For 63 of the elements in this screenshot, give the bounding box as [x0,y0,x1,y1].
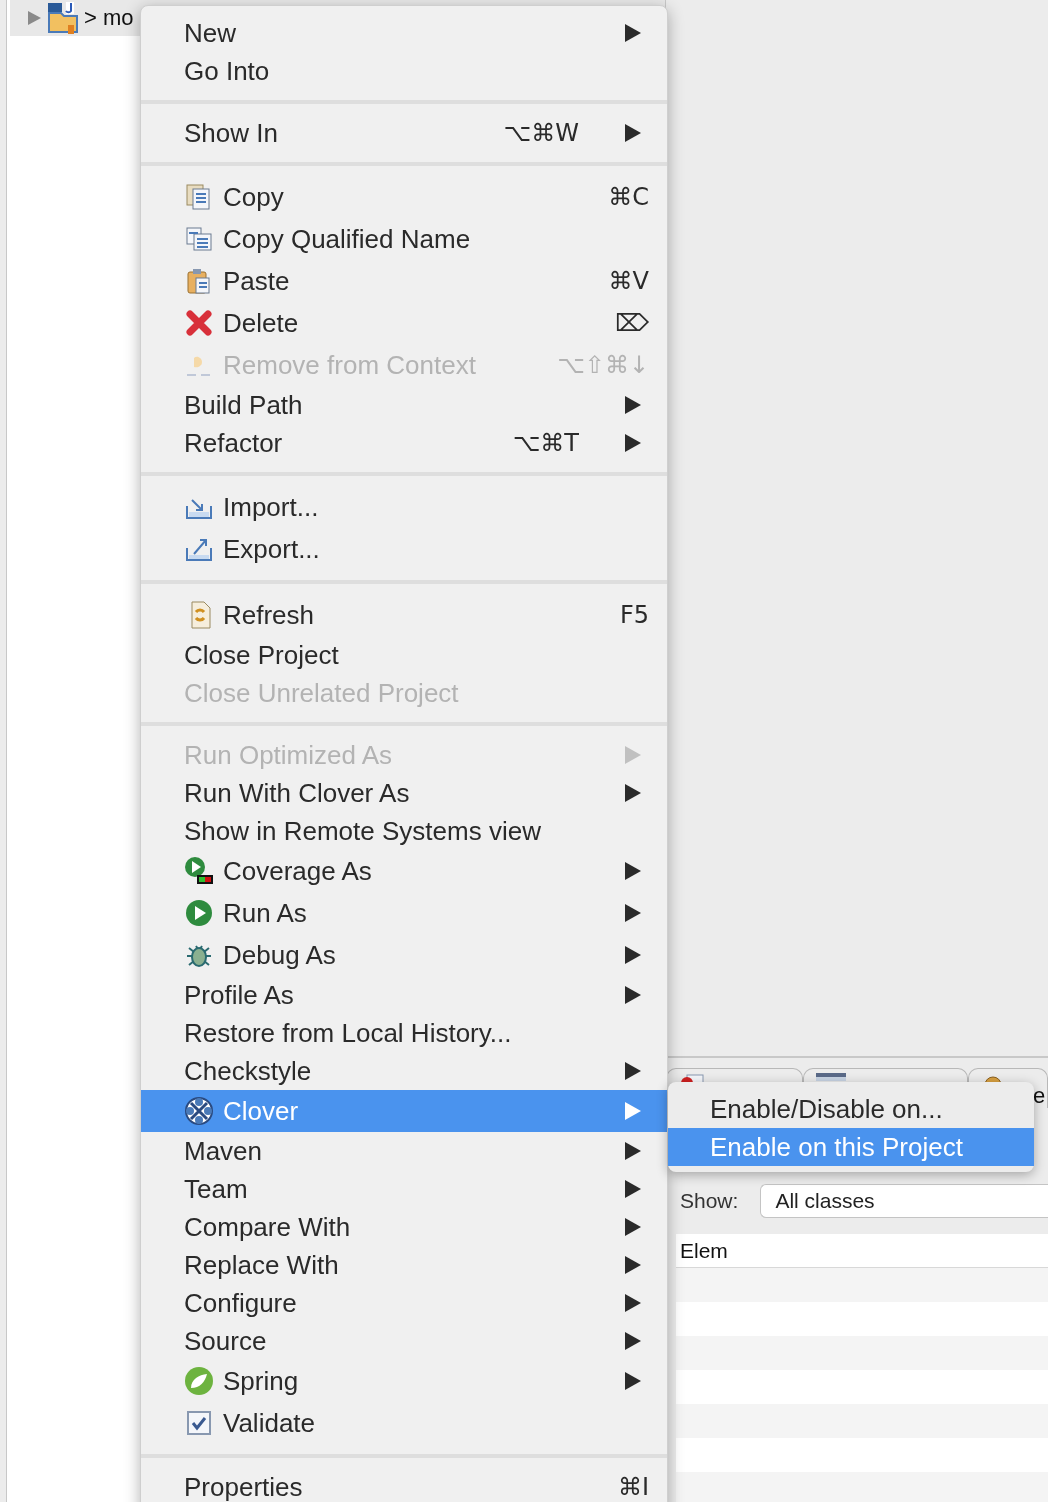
submenu-arrow-icon [625,434,641,452]
menu-item[interactable]: Run As [141,892,667,934]
window-icon [816,1073,846,1081]
submenu-arrow-icon [625,1102,641,1120]
menu-item[interactable]: Maven [141,1132,667,1170]
menu-item[interactable]: Replace With [141,1246,667,1284]
submenu-arrow-icon [625,946,641,964]
submenu-arrow-icon [625,1180,641,1198]
menu-item[interactable]: Import... [141,486,667,528]
show-label: Show: [680,1189,739,1213]
collapsed-icon[interactable] [26,9,42,27]
menu-item[interactable]: Delete ⌦ [141,302,667,344]
checkbox-icon [184,1408,214,1438]
copy-icon [184,224,214,254]
menu-item[interactable]: Run With Clover As [141,774,667,812]
submenu-arrow-icon [625,124,641,142]
menu-item[interactable]: Spring [141,1360,667,1402]
menu-item[interactable]: Show In ⌥⌘W [141,114,667,152]
project-name[interactable]: > mo [84,5,134,31]
menu-item[interactable]: Properties ⌘I [141,1468,667,1502]
coverage-icon [184,856,214,886]
menu-item[interactable]: Copy ⌘C [141,176,667,218]
menu-item[interactable]: Go Into [141,52,667,90]
submenu-arrow-icon [625,1294,641,1312]
delete-icon [184,308,214,338]
leaf-icon [184,1366,214,1396]
menu-item[interactable]: Checkstyle [141,1052,667,1090]
submenu-arrow-icon [625,986,641,1004]
menu-item[interactable]: Debug As [141,934,667,976]
project-folder-icon [46,1,80,35]
submenu-arrow-icon [625,746,641,764]
menu-item[interactable]: Refresh F5 [141,594,667,636]
submenu-arrow-icon [625,1372,641,1390]
submenu-arrow-icon [625,396,641,414]
filter-dropdown[interactable]: All classes [760,1184,1048,1218]
menu-item[interactable]: Enable/Disable on... [668,1090,1034,1128]
menu-item[interactable]: Export... [141,528,667,570]
run-icon [184,898,214,928]
menu-item[interactable]: Restore from Local History... [141,1014,667,1052]
menu-item[interactable]: Profile As [141,976,667,1014]
submenu-arrow-icon [625,862,641,880]
menu-item[interactable]: Paste ⌘V [141,260,667,302]
submenu-arrow-icon [625,784,641,802]
submenu-arrow-icon [625,1062,641,1080]
menu-item[interactable]: Team [141,1170,667,1208]
menu-item[interactable]: Refactor ⌥⌘T [141,424,667,462]
menu-item[interactable]: Coverage As [141,850,667,892]
menu-item[interactable]: Build Path [141,386,667,424]
menu-item[interactable]: New [141,14,667,52]
menu-item[interactable]: Source [141,1322,667,1360]
submenu-arrow-icon [625,24,641,42]
menu-item[interactable]: Copy Qualified Name [141,218,667,260]
menu-item[interactable]: Close Project [141,636,667,674]
submenu-arrow-icon [625,1218,641,1236]
submenu-arrow-icon [625,1142,641,1160]
menu-item[interactable]: Validate [141,1402,667,1444]
menu-item[interactable]: Configure [141,1284,667,1322]
submenu-arrow-icon [625,904,641,922]
menu-item[interactable]: Show in Remote Systems view [141,812,667,850]
clover-icon [184,1096,214,1126]
submenu-arrow-icon [625,1256,641,1274]
menu-item[interactable]: Compare With [141,1208,667,1246]
submenu-arrow-icon [625,1332,641,1350]
